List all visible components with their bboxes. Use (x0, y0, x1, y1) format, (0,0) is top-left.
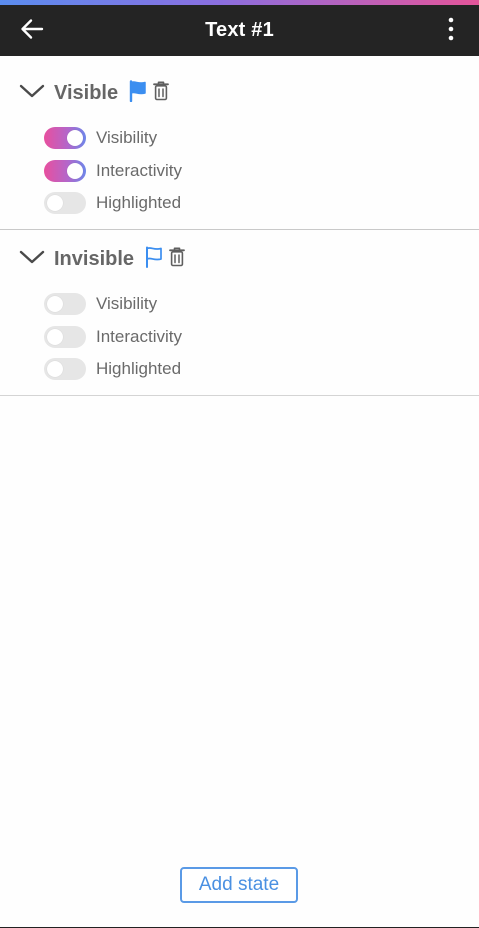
visibility-toggle[interactable] (44, 293, 86, 316)
flag-outline-icon (144, 246, 164, 273)
add-state-button[interactable]: Add state (180, 867, 298, 903)
set-default-state-button[interactable] (144, 246, 164, 273)
toggle-row-highlighted: Highlighted (44, 187, 182, 220)
highlighted-toggle[interactable] (44, 358, 86, 381)
state-section-invisible: Invisible Visibility Interactivity Highl… (0, 230, 479, 396)
toggle-label: Visibility (96, 294, 158, 314)
interactivity-toggle[interactable] (44, 325, 86, 348)
delete-state-button[interactable] (153, 81, 170, 106)
toggle-label: Highlighted (96, 193, 182, 213)
chevron-down-icon (19, 249, 45, 270)
arrow-left-icon (20, 18, 44, 45)
toggle-list: Visibility Interactivity Highlighted (44, 122, 182, 220)
toggle-knob (47, 328, 63, 345)
toggle-row-visibility: Visibility (44, 288, 182, 321)
toggle-row-highlighted: Highlighted (44, 353, 182, 386)
set-default-state-button[interactable] (128, 79, 148, 107)
top-bar: Text #1 (0, 5, 479, 56)
toggle-label: Highlighted (96, 359, 182, 379)
more-vertical-icon (448, 17, 454, 46)
state-editor-panel: Text #1 Visible Visibility Interactivity… (0, 0, 479, 928)
toggle-knob (47, 361, 63, 378)
toggle-row-interactivity: Interactivity (44, 321, 182, 354)
state-section-visible: Visible Visibility Interactivity Highlig… (0, 56, 479, 230)
toggle-row-visibility: Visibility (44, 122, 182, 155)
trash-icon (169, 247, 185, 272)
trash-icon (153, 81, 170, 106)
more-options-button[interactable] (443, 15, 459, 47)
toggle-knob (67, 162, 83, 179)
toggle-label: Interactivity (96, 326, 182, 346)
interactivity-toggle[interactable] (44, 159, 86, 182)
delete-state-button[interactable] (169, 247, 185, 272)
toggle-label: Visibility (96, 128, 158, 148)
highlighted-toggle[interactable] (44, 192, 86, 215)
chevron-down-icon (19, 83, 45, 104)
visibility-toggle[interactable] (44, 127, 86, 150)
toggle-knob (67, 130, 83, 147)
state-name: Visible (54, 81, 119, 104)
state-header: Visible (18, 78, 174, 108)
state-name: Invisible (54, 247, 135, 270)
collapse-toggle[interactable] (18, 79, 46, 107)
back-button[interactable] (14, 15, 50, 47)
toggle-knob (47, 195, 63, 212)
toggle-row-interactivity: Interactivity (44, 155, 182, 188)
state-header: Invisible (18, 244, 190, 274)
toggle-list: Visibility Interactivity Highlighted (44, 288, 182, 386)
flag-filled-icon (128, 79, 148, 107)
collapse-toggle[interactable] (18, 245, 46, 273)
page-title: Text #1 (205, 19, 274, 41)
toggle-knob (47, 296, 63, 313)
toggle-label: Interactivity (96, 160, 182, 180)
